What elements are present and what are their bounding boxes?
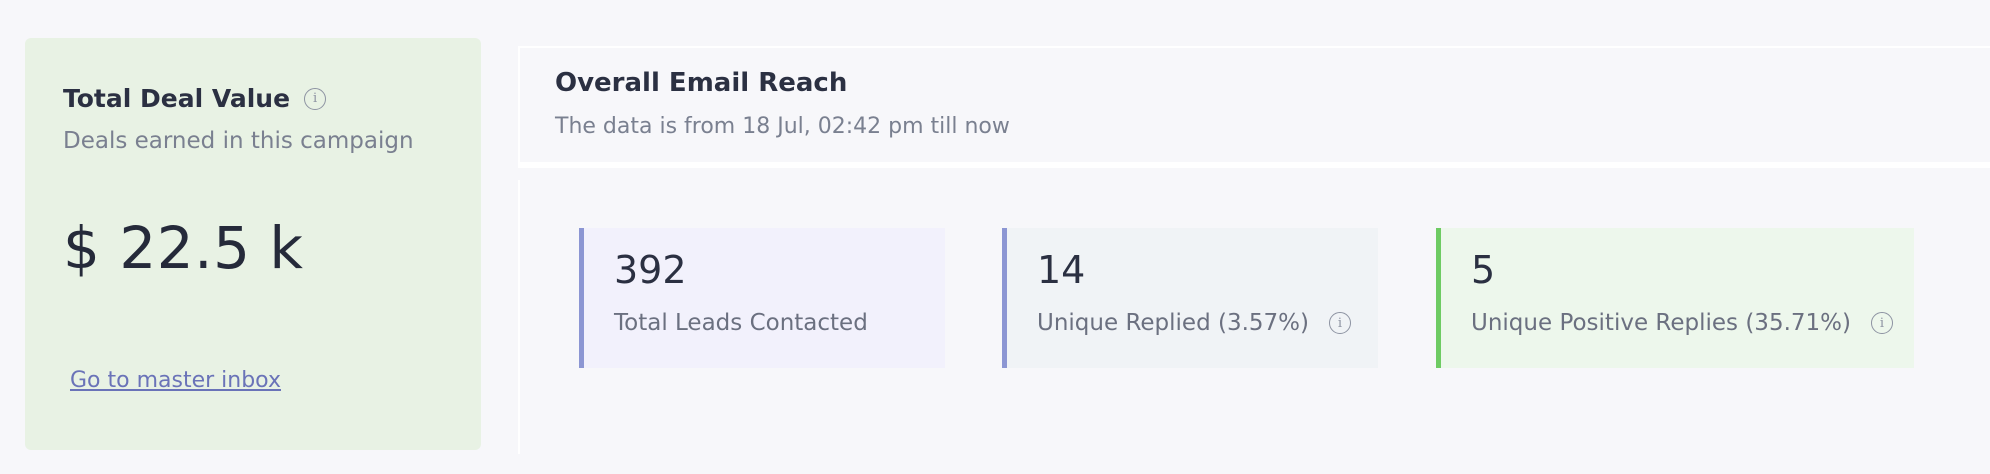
total-deal-value-card: Total Deal Value i Deals earned in this … <box>25 38 481 450</box>
campaign-overview: Total Deal Value i Deals earned in this … <box>0 0 1990 474</box>
stat-card-leads-contacted: 392 Total Leads Contacted <box>579 228 945 368</box>
stat-value: 5 <box>1471 248 1496 292</box>
master-inbox-link[interactable]: Go to master inbox <box>70 368 281 393</box>
email-reach-subtitle: The data is from 18 Jul, 02:42 pm till n… <box>555 114 1010 139</box>
stat-label-row: Unique Replied (3.57%) i <box>1037 310 1351 336</box>
stat-label: Unique Replied (3.57%) <box>1037 310 1309 336</box>
stat-value: 14 <box>1037 248 1086 292</box>
email-reach-stats: 392 Total Leads Contacted 14 Unique Repl… <box>518 180 1990 454</box>
stat-value: 392 <box>614 248 687 292</box>
stat-card-positive-replies: 5 Unique Positive Replies (35.71%) i <box>1436 228 1914 368</box>
stat-label-row: Unique Positive Replies (35.71%) i <box>1471 310 1893 336</box>
email-reach-title: Overall Email Reach <box>555 68 848 98</box>
deal-subtitle: Deals earned in this campaign <box>63 128 414 154</box>
info-icon[interactable]: i <box>304 87 327 110</box>
email-reach-header: Overall Email Reach The data is from 18 … <box>518 46 1990 168</box>
deal-value: $ 22.5 k <box>63 214 304 282</box>
info-icon[interactable]: i <box>1329 312 1351 334</box>
stat-card-unique-replied: 14 Unique Replied (3.57%) i <box>1002 228 1378 368</box>
stat-label: Unique Positive Replies (35.71%) <box>1471 310 1851 336</box>
deal-title: Total Deal Value <box>63 84 291 113</box>
deal-title-row: Total Deal Value i <box>63 84 327 113</box>
info-icon[interactable]: i <box>1870 312 1893 334</box>
stat-label-row: Total Leads Contacted <box>614 310 868 336</box>
stat-label: Total Leads Contacted <box>614 310 868 336</box>
